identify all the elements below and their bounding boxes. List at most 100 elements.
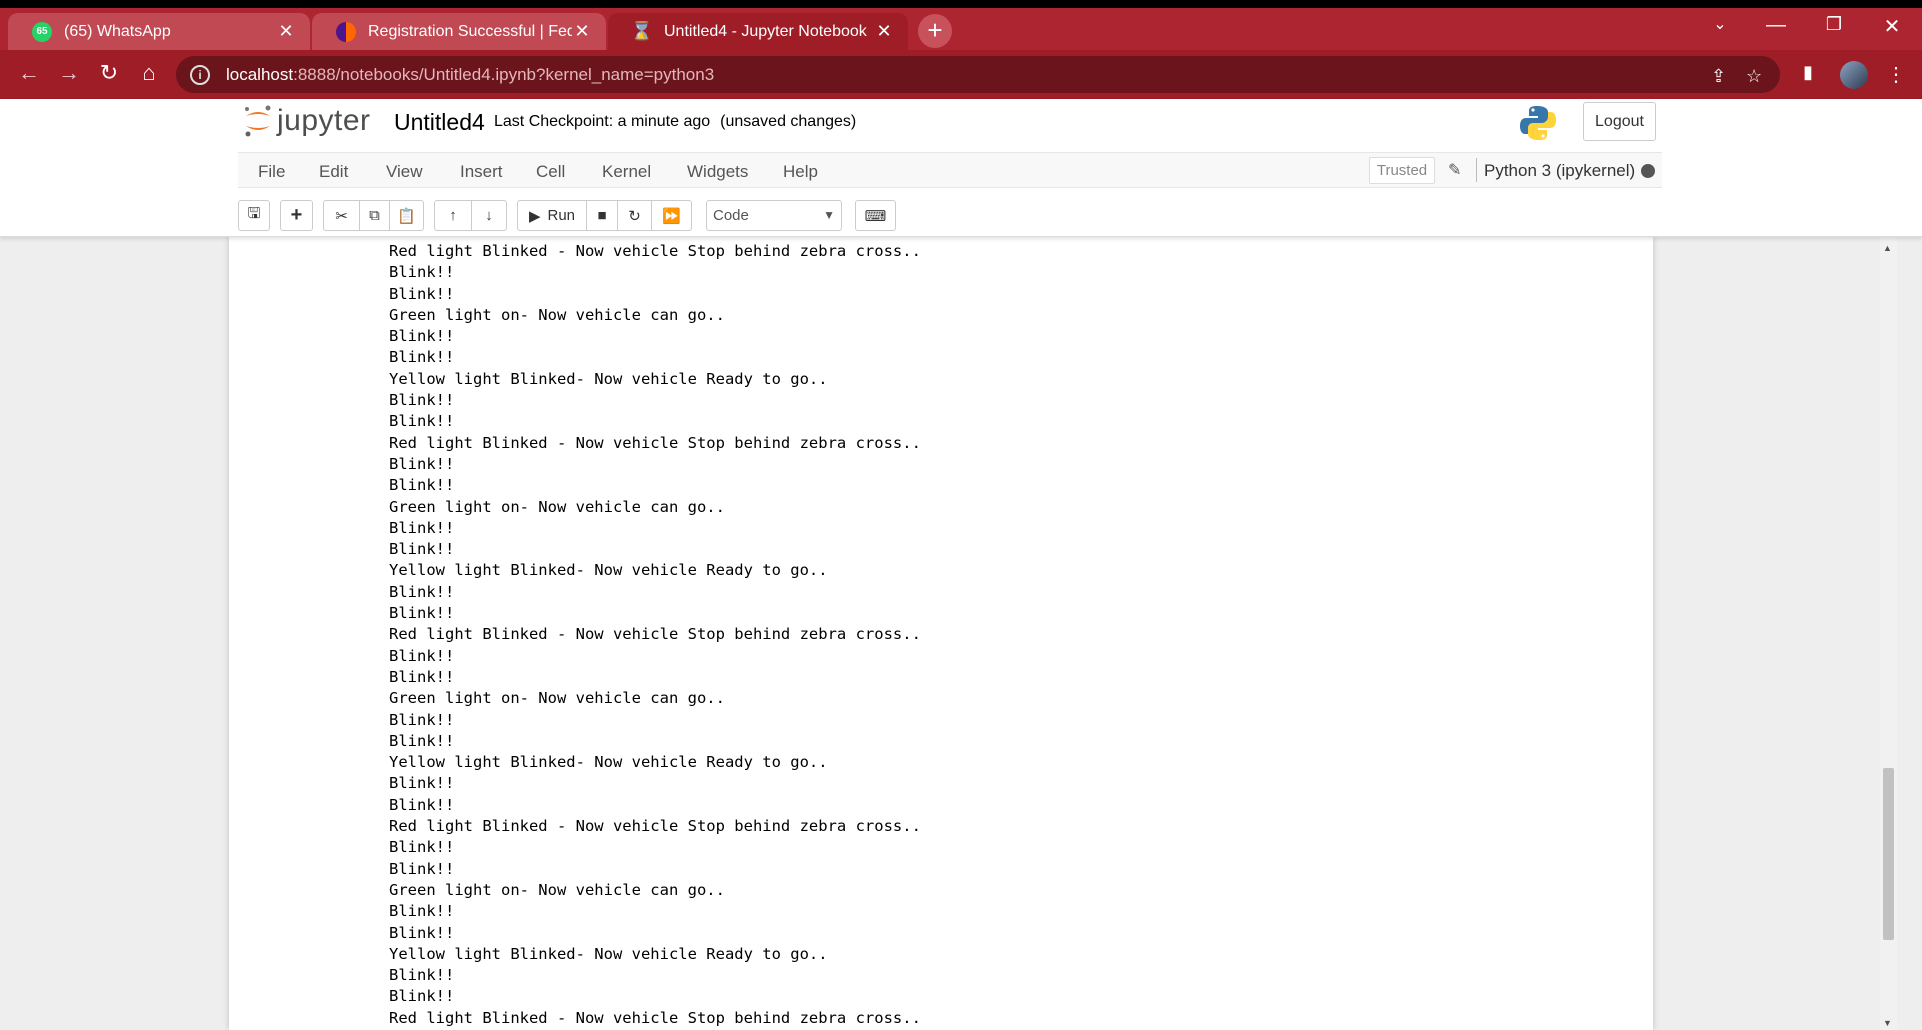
output-line: Blink!! (389, 646, 455, 665)
output-line: Green light on- Now vehicle can go.. (389, 497, 725, 516)
restore-icon[interactable]: ❐ (1814, 14, 1854, 35)
share-icon[interactable]: ⇪ (1711, 66, 1726, 87)
keyboard-icon: ⌨ (864, 207, 887, 225)
site-info-icon[interactable]: i (190, 64, 210, 85)
output-line: Blink!! (389, 412, 455, 431)
minimize-icon[interactable]: — (1756, 14, 1796, 37)
save-icon: 🖫 (247, 205, 261, 222)
edit-pencil-icon[interactable]: ✎ (1448, 160, 1461, 180)
menu-kernel[interactable]: Kernel (602, 162, 651, 182)
output-line: Blink!! (389, 774, 455, 793)
scissors-icon: ✂ (335, 207, 348, 225)
output-line: Blink!! (389, 604, 455, 623)
interrupt-button[interactable]: ■ (586, 200, 618, 231)
trusted-indicator[interactable]: Trusted (1369, 157, 1435, 184)
browser-tab-whatsapp[interactable]: 65 (65) WhatsApp ✕ (8, 13, 310, 50)
jupyter-logo-text: jupyter (277, 104, 371, 137)
whatsapp-icon: 65 (32, 21, 52, 42)
output-line: Yellow light Blinked- Now vehicle Ready … (389, 561, 828, 580)
new-tab-button[interactable]: + (918, 14, 952, 48)
tab-title: Registration Successful | FedEx In (368, 22, 572, 40)
restart-icon: ↻ (628, 207, 641, 225)
cell-type-value: Code (713, 207, 749, 224)
menu-widgets[interactable]: Widgets (687, 162, 748, 182)
arrow-up-icon: ↑ (449, 207, 457, 224)
output-line: Blink!! (389, 540, 455, 559)
restart-run-all-button[interactable]: ⏩ (651, 200, 692, 231)
scroll-down-icon[interactable]: ▼ (1883, 1018, 1892, 1028)
logout-button[interactable]: Logout (1583, 102, 1656, 141)
close-icon[interactable]: ✕ (276, 21, 296, 42)
scroll-up-icon[interactable]: ▲ (1883, 243, 1892, 253)
move-up-button[interactable]: ↑ (434, 200, 472, 231)
browser-tab-jupyter[interactable]: ⌛ Untitled4 - Jupyter Notebook ✕ (608, 13, 908, 50)
jupyter-header: jupyter Untitled4 Last Checkpoint: a min… (0, 99, 1922, 237)
save-button[interactable]: 🖫 (238, 200, 270, 231)
insert-cell-button[interactable]: + (280, 200, 313, 231)
menu-edit[interactable]: Edit (319, 162, 348, 182)
menu-file[interactable]: File (258, 162, 285, 182)
restart-kernel-button[interactable]: ↻ (617, 200, 652, 231)
kernel-name[interactable]: Python 3 (ipykernel) (1475, 158, 1635, 182)
close-icon[interactable]: ✕ (572, 21, 592, 42)
browser-tab-strip: 65 (65) WhatsApp ✕ Registration Successf… (0, 0, 1922, 50)
menu-view[interactable]: View (386, 162, 423, 182)
run-label: Run (547, 207, 576, 224)
address-bar[interactable]: i localhost:8888/notebooks/Untitled4.ipy… (176, 56, 1780, 93)
run-button[interactable]: ▶ Run (517, 200, 587, 231)
chevron-down-icon: ▼ (823, 208, 835, 222)
forward-icon[interactable]: → (54, 60, 84, 86)
back-icon[interactable]: ← (14, 60, 44, 86)
close-icon[interactable]: ✕ (874, 21, 894, 42)
output-line: Blink!! (389, 476, 455, 495)
output-line: Blink!! (389, 263, 455, 282)
output-line: Green light on- Now vehicle can go.. (389, 880, 725, 899)
output-line: Blink!! (389, 902, 455, 921)
cell-type-select[interactable]: Code ▼ (706, 200, 842, 231)
output-line: Blink!! (389, 327, 455, 346)
kernel-busy-indicator-icon (1641, 164, 1655, 178)
home-icon[interactable]: ⌂ (134, 60, 164, 86)
tab-title: Untitled4 - Jupyter Notebook (664, 22, 867, 40)
output-line: Red light Blinked - Now vehicle Stop beh… (389, 242, 921, 260)
output-line: Blink!! (389, 582, 455, 601)
menu-help[interactable]: Help (783, 162, 818, 182)
play-icon: ▶ (528, 207, 541, 225)
output-line: Blink!! (389, 731, 455, 750)
output-line: Red light Blinked - Now vehicle Stop beh… (389, 1008, 921, 1027)
output-line: Blink!! (389, 348, 455, 367)
output-line: Blink!! (389, 923, 455, 942)
arrow-down-icon: ↓ (485, 207, 493, 224)
bookmark-star-icon[interactable]: ☆ (1746, 66, 1762, 87)
profile-avatar[interactable] (1840, 61, 1868, 89)
window-close-icon[interactable]: ✕ (1872, 14, 1912, 39)
copy-button[interactable]: ⧉ (359, 200, 390, 231)
output-line: Green light on- Now vehicle can go.. (389, 305, 725, 324)
output-line: Blink!! (389, 284, 455, 303)
output-line: Blink!! (389, 795, 455, 814)
output-line: Yellow light Blinked- Now vehicle Ready … (389, 753, 828, 772)
output-line: Red light Blinked - Now vehicle Stop beh… (389, 817, 921, 836)
browser-tab-fedex[interactable]: Registration Successful | FedEx In ✕ (312, 13, 606, 50)
menu-bar: File Edit View Insert Cell Kernel Widget… (238, 152, 1662, 188)
scrollbar-thumb[interactable] (1883, 768, 1894, 940)
tab-search-icon[interactable]: ⌄ (1700, 14, 1740, 34)
menu-kebab-icon[interactable]: ⋮ (1886, 62, 1906, 87)
output-line: Blink!! (389, 859, 455, 878)
menu-insert[interactable]: Insert (460, 162, 503, 182)
move-down-button[interactable]: ↓ (471, 200, 507, 231)
checkpoint-status: Last Checkpoint: a minute ago (unsaved ch… (494, 113, 857, 130)
copy-icon: ⧉ (369, 207, 380, 224)
output-line: Blink!! (389, 667, 455, 686)
reload-icon[interactable]: ↻ (94, 60, 124, 86)
paste-button[interactable]: 📋 (389, 200, 424, 231)
cut-button[interactable]: ✂ (323, 200, 360, 231)
command-palette-button[interactable]: ⌨ (855, 200, 896, 231)
menu-cell[interactable]: Cell (536, 162, 565, 182)
output-line: Yellow light Blinked- Now vehicle Ready … (389, 944, 828, 963)
jupyter-logo[interactable]: jupyter (243, 104, 371, 138)
output-line: Blink!! (389, 987, 455, 1006)
side-panel-icon[interactable]: ▮ (1803, 62, 1813, 83)
paste-icon: 📋 (397, 207, 416, 225)
notebook-title[interactable]: Untitled4 (394, 109, 485, 136)
